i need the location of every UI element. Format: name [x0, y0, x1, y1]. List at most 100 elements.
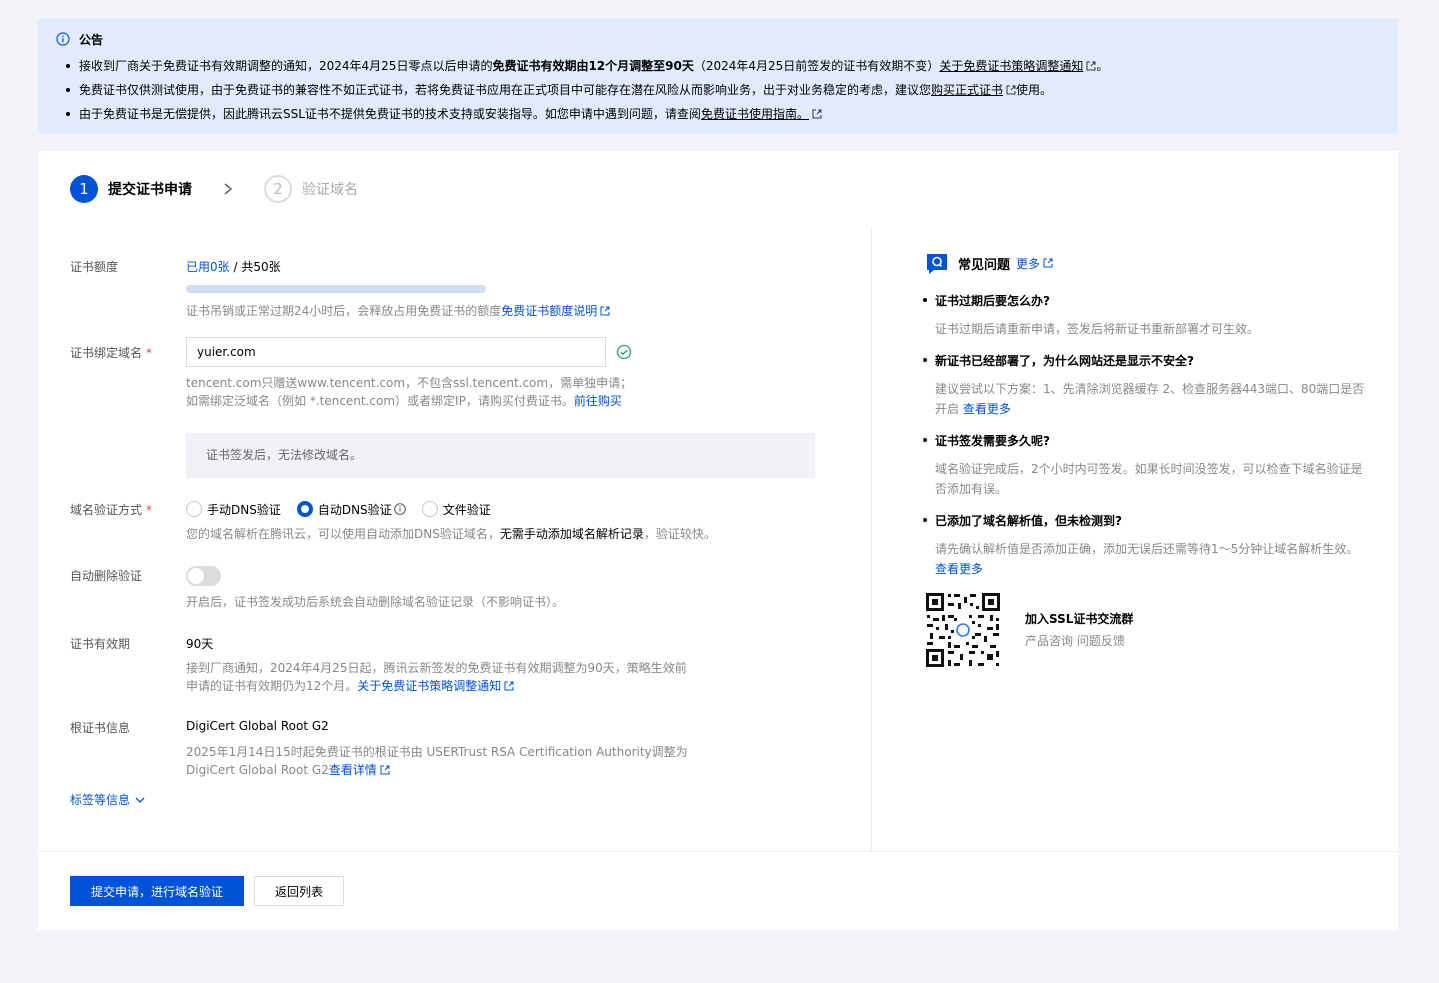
info-icon	[56, 32, 70, 46]
notice-text: 由于免费证书是无偿提供，因此腾讯云SSL证书不提供免费证书的技术支持或安装指导。…	[79, 107, 701, 121]
validity-help-line: 接到厂商通知，2024年4月25日起，腾讯云新签发的免费证书有效期调整为90天，…	[186, 661, 687, 675]
notice-text: 免费证书仅供测试使用，由于免费证书的兼容性不如正式证书，若将免费证书应用在正式项…	[79, 83, 932, 97]
domain-input[interactable]: yuier.com	[186, 337, 606, 367]
policy-notice-link[interactable]: 关于免费证书策略调整通知	[357, 679, 501, 693]
required-mark: *	[146, 346, 153, 360]
external-link-icon	[380, 765, 390, 775]
external-link-icon	[600, 306, 610, 316]
domain-help: tencent.com只赠送www.tencent.com，不包含ssl.ten…	[186, 374, 632, 410]
notice-banner: 公告 接收到厂商关于免费证书有效期调整的通知，2024年4月25日零点以后申请的…	[38, 19, 1398, 134]
notice-item: 由于免费证书是无偿提供，因此腾讯云SSL证书不提供免费证书的技术支持或安装指导。…	[56, 102, 1380, 126]
notice-title: 公告	[79, 32, 104, 47]
chevron-down-icon	[135, 797, 145, 803]
faq-answer: 请先确认解析值是否添加正确，添加无误后还需等待1～5分钟让域名解析生效。 查看更多	[935, 539, 1365, 579]
notice-header: 公告	[56, 31, 1380, 47]
submit-button[interactable]: 提交申请，进行域名验证	[70, 876, 244, 906]
verify-radio-group: 手动DNS验证 自动DNS验证 文件验证	[186, 500, 507, 518]
quota-progress-bar	[186, 285, 486, 293]
policy-notice-link[interactable]: 关于免费证书策略调整通知	[939, 59, 1083, 73]
faq-header: 常见问题 更多	[926, 252, 1053, 274]
root-cert-detail-link[interactable]: 查看详情	[329, 763, 377, 777]
quota-total: 共50张	[241, 260, 281, 274]
external-link-icon	[812, 109, 822, 119]
faq-question[interactable]: 新证书已经部署了，为什么网站还是显示不安全?	[923, 352, 1194, 369]
domain-notice-box: 证书签发后，无法修改域名。	[186, 433, 815, 478]
verify-help-text: 您的域名解析在腾讯云，可以使用自动添加DNS验证域名，	[186, 527, 500, 541]
guide-link[interactable]: 免费证书使用指南。	[701, 107, 809, 121]
root-cert-help: 2025年1月14日15时起免费证书的根证书由 USERTrust RSA Ce…	[186, 743, 688, 779]
quota-used: 已用0张	[186, 260, 230, 274]
buy-cert-link[interactable]: 购买正式证书	[931, 83, 1003, 97]
validity-help-line: 申请的证书有效期仍为12个月。关于免费证书策略调整通知	[186, 677, 687, 695]
domain-label: 证书绑定域名 *	[70, 344, 152, 361]
notice-list: 接收到厂商关于免费证书有效期调整的通知，2024年4月25日零点以后申请的免费证…	[56, 54, 1380, 126]
domain-help-line: 如需绑定泛域名（例如 *.tencent.com）或者绑定IP，请购买付费证书。…	[186, 392, 632, 410]
domain-help-text: 如需绑定泛域名（例如 *.tencent.com）或者绑定IP，请购买付费证书。	[186, 394, 574, 408]
step-number: 2	[264, 175, 292, 203]
auto-delete-label: 自动删除验证	[70, 569, 143, 583]
external-link-icon	[1086, 61, 1096, 71]
tags-link-label: 标签等信息	[70, 793, 131, 807]
back-to-list-button[interactable]: 返回列表	[254, 876, 344, 906]
info-icon[interactable]	[393, 503, 406, 515]
tags-expand-link[interactable]: 标签等信息	[70, 791, 145, 808]
validity-value: 90天	[186, 637, 214, 651]
quota-doc-link[interactable]: 免费证书额度说明	[501, 304, 597, 318]
faq-see-more-link[interactable]: 查看更多	[935, 562, 983, 576]
faq-more-link[interactable]: 更多	[1016, 255, 1040, 272]
root-cert-label: 根证书信息	[70, 721, 131, 735]
validity-help: 接到厂商通知，2024年4月25日起，腾讯云新签发的免费证书有效期调整为90天，…	[186, 659, 687, 695]
quota-value: 已用0张 / 共50张	[186, 258, 281, 275]
verify-help-bold: 无需手动添加域名解析记录	[499, 527, 644, 541]
root-cert-help-line: 2025年1月14日15时起免费证书的根证书由 USERTrust RSA Ce…	[186, 745, 688, 759]
external-link-icon	[1043, 258, 1053, 268]
faq-answer-text: 请先确认解析值是否添加正确，添加无误后还需等待1～5分钟让域名解析生效。	[935, 542, 1359, 556]
radio-label: 自动DNS验证	[317, 502, 392, 517]
notice-item: 接收到厂商关于免费证书有效期调整的通知，2024年4月25日零点以后申请的免费证…	[56, 54, 1380, 78]
notice-item: 免费证书仅供测试使用，由于免费证书的兼容性不如正式证书，若将免费证书应用在正式项…	[56, 78, 1380, 102]
radio-manual-dns[interactable]: 手动DNS验证	[186, 501, 281, 518]
faq-answer: 证书过期后请重新申请，签发后将新证书重新部署才可生效。	[935, 322, 1260, 336]
buy-paid-link[interactable]: 前往购买	[574, 394, 622, 408]
qr-code-image	[924, 591, 1002, 669]
faq-icon	[927, 254, 947, 274]
verify-help: 您的域名解析在腾讯云，可以使用自动添加DNS验证域名，无需手动添加域名解析记录，…	[186, 525, 716, 543]
faq-see-more-link[interactable]: 查看更多	[963, 402, 1011, 416]
check-circle-icon	[616, 344, 632, 360]
validity-help-text: 申请的证书有效期仍为12个月。	[186, 679, 358, 693]
notice-text: （2024年4月25日前签发的证书有效期不变）	[693, 59, 940, 73]
external-link-icon	[1006, 85, 1016, 95]
faq-answer: 域名验证完成后，2个小时内可签发。如果长时间没签发，可以检查下域名验证是否添加有…	[935, 462, 1363, 496]
faq-question[interactable]: 证书签发需要多久呢?	[923, 432, 1050, 449]
verify-help-text: ，验证较快。	[643, 527, 716, 541]
chevron-right-icon	[224, 183, 233, 195]
step-number: 1	[70, 175, 98, 203]
required-mark: *	[146, 503, 153, 517]
faq-question[interactable]: 已添加了域名解析值，但未检测到?	[923, 512, 1122, 529]
external-link-icon	[504, 681, 514, 691]
faq-question[interactable]: 证书过期后要怎么办?	[923, 292, 1050, 309]
radio-circle-checked	[296, 501, 313, 517]
radio-circle	[186, 501, 202, 517]
quota-help-text: 证书吊销或正常过期24小时后，会释放占用免费证书的额度	[186, 304, 502, 318]
quota-separator: /	[229, 260, 242, 274]
faq-title: 常见问题	[958, 257, 1011, 273]
auto-delete-toggle[interactable]	[186, 566, 221, 586]
column-divider	[871, 227, 872, 851]
quota-help: 证书吊销或正常过期24小时后，会释放占用免费证书的额度免费证书额度说明	[186, 302, 610, 320]
domain-label-text: 证书绑定域名	[70, 346, 143, 360]
radio-file[interactable]: 文件验证	[421, 501, 491, 518]
footer-divider	[38, 851, 1398, 852]
step-label: 验证域名	[302, 182, 358, 198]
apply-card: 1 提交证书申请 2 验证域名 证书额度 已用0张 / 共50张 证书吊销或正常…	[38, 151, 1398, 930]
notice-text: 接收到厂商关于免费证书有效期调整的通知，2024年4月25日零点以后申请的	[79, 59, 493, 73]
faq-answer: 建议尝试以下方案：1、先清除浏览器缓存 2、检查服务器443端口、80端口是否开…	[935, 379, 1365, 419]
radio-label: 文件验证	[442, 502, 491, 517]
radio-circle	[421, 501, 438, 517]
verify-label-text: 域名验证方式	[70, 503, 143, 517]
auto-delete-help: 开启后，证书签发成功后系统会自动删除域名验证记录（不影响证书）。	[186, 595, 565, 609]
radio-auto-dns[interactable]: 自动DNS验证	[296, 501, 406, 518]
group-title: 加入SSL证书交流群	[1025, 612, 1134, 626]
root-cert-help-line: DigiCert Global Root G2查看详情	[186, 761, 688, 779]
root-cert-help-text: DigiCert Global Root G2	[186, 763, 329, 777]
